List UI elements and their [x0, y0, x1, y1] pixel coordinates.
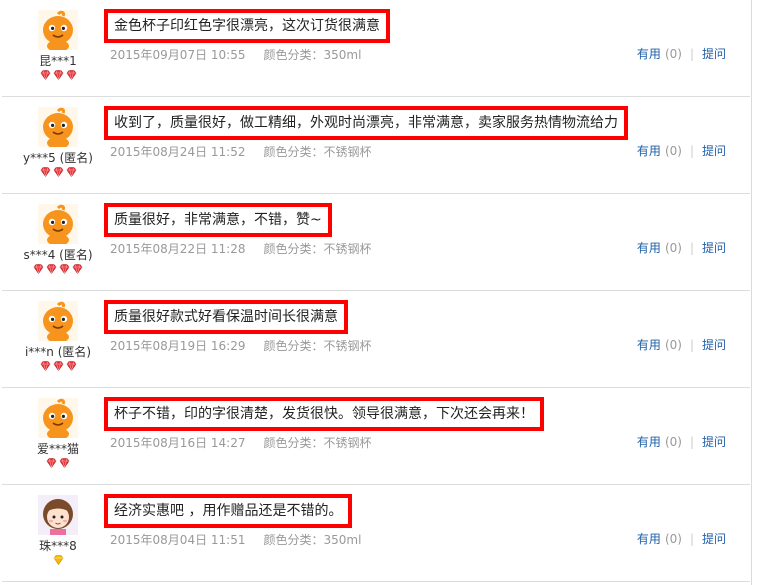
review-actions: 有用 (0) | 提问 — [637, 45, 726, 62]
useful-count: (0) — [664, 47, 682, 61]
product-spec: 颜色分类：不锈钢杯 — [263, 145, 372, 159]
product-spec: 颜色分类：不锈钢杯 — [263, 436, 372, 450]
useful-count: (0) — [664, 532, 682, 546]
review-item: i***n (匿名) 质量很好款式好看保温时间长很满意 2015年08月19日 16… — [0, 291, 750, 388]
red-heart-gem-icon — [66, 361, 77, 372]
reviewer-name[interactable]: 昆***1 — [0, 52, 116, 69]
buyer-level-badges — [0, 70, 116, 82]
orange-mascot-avatar-icon[interactable] — [38, 301, 78, 341]
action-separator: | — [689, 532, 694, 546]
red-heart-gem-icon — [66, 70, 77, 81]
useful-button[interactable]: 有用 — [637, 144, 661, 158]
review-date: 2015年08月24日 11:52 — [110, 145, 246, 159]
frame-right-border — [751, 0, 752, 585]
product-spec: 颜色分类：350ml — [263, 48, 362, 62]
review-meta: 2015年08月22日 11:28 颜色分类：不锈钢杯 — [110, 240, 372, 257]
useful-count: (0) — [664, 241, 682, 255]
useful-button[interactable]: 有用 — [637, 532, 661, 546]
red-heart-gem-icon — [66, 167, 77, 178]
red-heart-gem-icon — [40, 361, 51, 372]
review-divider — [2, 581, 750, 582]
reviewer-name[interactable]: y***5 (匿名) — [0, 149, 116, 166]
useful-button[interactable]: 有用 — [637, 241, 661, 255]
buyer-level-badges — [0, 167, 116, 179]
product-spec: 颜色分类：350ml — [263, 533, 362, 547]
review-text: 收到了，质量很好，做工精细，外观时尚漂亮，非常满意，卖家服务热情物流给力 — [104, 106, 628, 140]
orange-mascot-avatar-icon[interactable] — [38, 398, 78, 438]
action-separator: | — [689, 47, 694, 61]
review-text: 金色杯子印红色字很漂亮，这次订货很满意 — [104, 9, 390, 43]
red-heart-gem-icon — [33, 264, 44, 275]
buyer-level-badges — [0, 264, 116, 276]
review-item: 昆***1 金色杯子印红色字很漂亮，这次订货很满意 2015年09月07日 10:5… — [0, 0, 750, 97]
buyer-level-badges — [0, 458, 116, 470]
review-text: 质量很好款式好看保温时间长很满意 — [104, 300, 348, 334]
red-heart-gem-icon — [53, 361, 64, 372]
review-item: s***4 (匿名) 质量很好，非常满意，不错，赞~ 2015年08月22日 11:… — [0, 194, 750, 291]
reviewer-name[interactable]: 爱***猫 — [0, 440, 116, 457]
review-date: 2015年08月04日 11:51 — [110, 533, 246, 547]
reviewer-name[interactable]: i***n (匿名) — [0, 343, 116, 360]
red-heart-gem-icon — [59, 458, 70, 469]
review-meta: 2015年08月19日 16:29 颜色分类：不锈钢杯 — [110, 337, 372, 354]
ask-question-button[interactable]: 提问 — [702, 241, 726, 255]
review-meta: 2015年08月24日 11:52 颜色分类：不锈钢杯 — [110, 143, 372, 160]
orange-mascot-avatar-icon[interactable] — [38, 10, 78, 50]
ask-question-button[interactable]: 提问 — [702, 435, 726, 449]
red-heart-gem-icon — [46, 458, 57, 469]
review-text: 杯子不错，印的字很清楚，发货很快。领导很满意，下次还会再来！ — [104, 397, 544, 431]
review-actions: 有用 (0) | 提问 — [637, 142, 726, 159]
action-separator: | — [689, 435, 694, 449]
red-heart-gem-icon — [40, 70, 51, 81]
buyer-level-badges — [0, 555, 116, 567]
red-heart-gem-icon — [53, 167, 64, 178]
review-item: 爱***猫 杯子不错，印的字很清楚，发货很快。领导很满意，下次还会再来！ 2015年… — [0, 388, 750, 485]
action-separator: | — [689, 338, 694, 352]
red-heart-gem-icon — [72, 264, 83, 275]
useful-count: (0) — [664, 144, 682, 158]
review-item: 珠***8 经济实惠吧 ，用作赠品还是不错的。 2015年08月04日 11:51 颜… — [0, 485, 750, 582]
ask-question-button[interactable]: 提问 — [702, 338, 726, 352]
reviewer-name[interactable]: s***4 (匿名) — [0, 246, 116, 263]
product-spec: 颜色分类：不锈钢杯 — [263, 242, 372, 256]
review-text: 经济实惠吧 ，用作赠品还是不错的。 — [104, 494, 353, 528]
orange-mascot-avatar-icon[interactable] — [38, 204, 78, 244]
review-meta: 2015年08月04日 11:51 颜色分类：350ml — [110, 531, 361, 548]
review-date: 2015年09月07日 10:55 — [110, 48, 246, 62]
ask-question-button[interactable]: 提问 — [702, 144, 726, 158]
review-actions: 有用 (0) | 提问 — [637, 433, 726, 450]
useful-count: (0) — [664, 435, 682, 449]
useful-button[interactable]: 有用 — [637, 338, 661, 352]
action-separator: | — [689, 241, 694, 255]
yellow-diamond-icon — [53, 555, 64, 566]
red-heart-gem-icon — [59, 264, 70, 275]
review-item: y***5 (匿名) 收到了，质量很好，做工精细，外观时尚漂亮，非常满意，卖家服务… — [0, 97, 750, 194]
red-heart-gem-icon — [40, 167, 51, 178]
action-separator: | — [689, 144, 694, 158]
red-heart-gem-icon — [46, 264, 57, 275]
review-actions: 有用 (0) | 提问 — [637, 239, 726, 256]
review-date: 2015年08月22日 11:28 — [110, 242, 246, 256]
ask-question-button[interactable]: 提问 — [702, 47, 726, 61]
buyer-level-badges — [0, 361, 116, 373]
useful-count: (0) — [664, 338, 682, 352]
ask-question-button[interactable]: 提问 — [702, 532, 726, 546]
orange-mascot-avatar-icon[interactable] — [38, 107, 78, 147]
review-date: 2015年08月19日 16:29 — [110, 339, 246, 353]
review-text: 质量很好，非常满意，不错，赞~ — [104, 203, 332, 237]
review-actions: 有用 (0) | 提问 — [637, 530, 726, 547]
useful-button[interactable]: 有用 — [637, 47, 661, 61]
review-actions: 有用 (0) | 提问 — [637, 336, 726, 353]
useful-button[interactable]: 有用 — [637, 435, 661, 449]
product-spec: 颜色分类：不锈钢杯 — [263, 339, 372, 353]
reviewer-name[interactable]: 珠***8 — [0, 537, 116, 554]
review-meta: 2015年08月16日 14:27 颜色分类：不锈钢杯 — [110, 434, 372, 451]
review-date: 2015年08月16日 14:27 — [110, 436, 246, 450]
review-meta: 2015年09月07日 10:55 颜色分类：350ml — [110, 46, 361, 63]
red-heart-gem-icon — [53, 70, 64, 81]
cartoon-girl-avatar-icon[interactable] — [38, 495, 78, 535]
